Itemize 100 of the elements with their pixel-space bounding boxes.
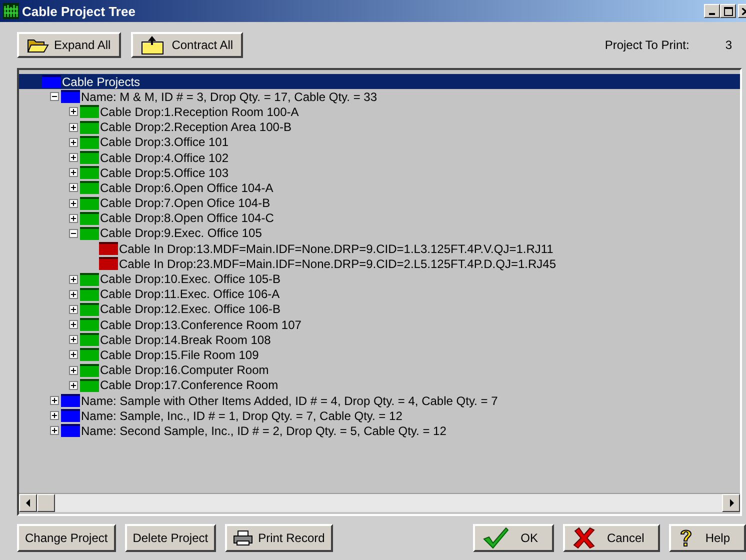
horizontal-scrollbar[interactable]: [19, 493, 740, 512]
tree-row[interactable]: Cable Drop:12.Exec. Office 106-B: [19, 302, 740, 317]
tree-item[interactable]: Cable Projects: [62, 74, 140, 89]
tree-row[interactable]: Cable Drop:4.Office 102: [19, 150, 740, 166]
node-icon: [80, 378, 99, 392]
tree-item[interactable]: Cable In Drop:13.MDF=Main.IDF=None.DRP=9.CID=1.L3.125FT.4P.V.QJ=1.RJ11: [119, 242, 554, 256]
expander-box[interactable]: [69, 138, 78, 147]
tree-row[interactable]: Name: Sample with Other Items Added, ID # = 4, Drop Qty. = 4, Cable Qty. = 7: [19, 392, 740, 408]
tree-item[interactable]: Cable Drop:14.Break Room 108: [100, 332, 271, 347]
tree-row[interactable]: Cable Drop:10.Exec. Office 105-B: [19, 271, 740, 287]
tree-row[interactable]: Cable Drop:8.Open Office 104-C: [19, 210, 740, 226]
dialog-button[interactable]: OK: [472, 524, 554, 552]
node-icon: [80, 272, 99, 286]
minimize-button[interactable]: [704, 4, 720, 18]
node-icon: [61, 394, 80, 408]
tree-row[interactable]: Cable In Drop:13.MDF=Main.IDF=None.DRP=9.CID=1.L3.125FT.4P.V.QJ=1.RJ11: [19, 241, 740, 256]
expander-box[interactable]: [69, 335, 78, 344]
expander-box[interactable]: [69, 304, 78, 314]
expander-box[interactable]: [69, 183, 78, 192]
scroll-left-button[interactable]: [19, 494, 37, 512]
scroll-thumb[interactable]: [37, 494, 55, 512]
tree-row[interactable]: Cable Drop:2.Reception Area 100-B: [19, 120, 740, 135]
tree-item[interactable]: Cable Drop:11.Exec. Office 106-A: [100, 287, 280, 302]
expander-box[interactable]: [69, 198, 78, 208]
expander-box[interactable]: [69, 107, 78, 116]
expander-box[interactable]: [69, 366, 78, 375]
tree-row[interactable]: Cable Drop:1.Reception Room 100-A: [19, 104, 740, 120]
tree-row[interactable]: Cable Drop:5.Office 103: [19, 165, 740, 180]
tree-row[interactable]: Cable In Drop:23.MDF=Main.IDF=None.DRP=9.CID=2.L5.125FT.4P.D.QJ=1.RJ45: [19, 256, 740, 272]
dialog-button[interactable]: Cancel: [562, 524, 660, 552]
tree-item[interactable]: Cable Drop:16.Computer Room: [100, 363, 269, 378]
tree-item[interactable]: Cable Drop:17.Conference Room: [100, 378, 278, 392]
tree-item[interactable]: Name: Sample, Inc., ID # = 1, Drop Qty. = 7, Cable Qty. = 12: [81, 408, 402, 423]
tree-item[interactable]: Name: Sample with Other Items Added, ID # = 4, Drop Qty. = 4, Cable Qty. = 7: [81, 394, 498, 408]
tree-row[interactable]: Cable Drop:14.Break Room 108: [19, 332, 740, 348]
scroll-right-button[interactable]: [722, 494, 740, 512]
tree-row[interactable]: Cable Drop:11.Exec. Office 106-A: [19, 286, 740, 302]
expander-box[interactable]: [69, 153, 78, 162]
expander-box[interactable]: [69, 320, 78, 330]
project-to-print-value: 3: [725, 38, 732, 52]
tree-row[interactable]: Cable Drop:13.Conference Room 107: [19, 317, 740, 332]
tree-item[interactable]: Cable In Drop:23.MDF=Main.IDF=None.DRP=9.CID=2.L5.125FT.4P.D.QJ=1.RJ45: [119, 256, 556, 271]
expander-box[interactable]: [69, 168, 78, 178]
tree-item[interactable]: Cable Drop:2.Reception Area 100-B: [100, 120, 292, 134]
check-icon: [482, 527, 509, 549]
tree-item[interactable]: Cable Drop:1.Reception Room 100-A: [100, 104, 299, 119]
tree-row[interactable]: Cable Projects: [19, 74, 740, 90]
tree-row[interactable]: Cable Drop:16.Computer Room: [19, 362, 740, 378]
node-icon: [61, 90, 80, 104]
x-icon: [572, 527, 595, 549]
tree-row[interactable]: Cable Drop:17.Conference Room: [19, 378, 740, 393]
dialog-button[interactable]: Help: [669, 524, 746, 552]
node-icon: [80, 364, 99, 377]
tree-item[interactable]: Cable Drop:8.Open Office 104-C: [100, 211, 274, 226]
node-icon: [99, 257, 118, 270]
tree-item[interactable]: Cable Drop:5.Office 103: [100, 166, 229, 180]
tree-row[interactable]: Cable Drop:9.Exec. Office 105: [19, 226, 740, 242]
tree-item[interactable]: Cable Drop:15.File Room 109: [100, 348, 259, 362]
node-icon: [80, 105, 99, 118]
expander-box[interactable]: [50, 426, 59, 436]
tree-row[interactable]: Name: Second Sample, Inc., ID # = 2, Drop Qty. = 5, Cable Qty. = 12: [19, 423, 740, 438]
tree-row[interactable]: Cable Drop:7.Open Ofice 104-B: [19, 196, 740, 211]
right-arrow-icon: [728, 499, 734, 507]
tree-item[interactable]: Name: Second Sample, Inc., ID # = 2, Drop Qty. = 5, Cable Qty. = 12: [81, 424, 446, 438]
tree-item[interactable]: Cable Drop:9.Exec. Office 105: [100, 226, 262, 240]
maximize-button[interactable]: [720, 4, 736, 18]
expander-box[interactable]: [50, 411, 59, 420]
tree-item[interactable]: Name: M & M, ID # = 3, Drop Qty. = 17, Cable Qty. = 33: [81, 90, 378, 104]
window-title: Cable Project Tree: [22, 4, 136, 18]
expander-box[interactable]: [69, 228, 78, 238]
tree-row[interactable]: Name: Sample, Inc., ID # = 1, Drop Qty. = 7, Cable Qty. = 12: [19, 408, 740, 424]
tree-item[interactable]: Cable Drop:13.Conference Room 107: [100, 318, 302, 332]
node-icon: [80, 181, 99, 194]
tree-row[interactable]: Cable Drop:3.Office 101: [19, 134, 740, 150]
tree-item[interactable]: Cable Drop:4.Office 102: [100, 150, 229, 165]
tree-item[interactable]: Cable Drop:7.Open Ofice 104-B: [100, 196, 270, 210]
node-icon: [61, 409, 80, 422]
open-folder-icon: [27, 37, 49, 53]
expander-box[interactable]: [69, 290, 78, 299]
toolbar-button[interactable]: Contract All: [130, 32, 244, 58]
tree-item[interactable]: Cable Drop:3.Office 101: [100, 135, 229, 150]
tree-row[interactable]: Cable Drop:6.Open Office 104-A: [19, 180, 740, 196]
expander-box[interactable]: [69, 380, 78, 390]
toolbar-button[interactable]: Expand All: [17, 32, 121, 58]
expander-box[interactable]: [69, 214, 78, 223]
action-button[interactable]: Delete Project: [124, 524, 216, 552]
expander-box[interactable]: [69, 274, 78, 284]
action-button[interactable]: Change Project: [17, 524, 116, 552]
action-button[interactable]: Print Record: [225, 524, 333, 552]
expander-box[interactable]: [50, 396, 59, 406]
tree-item[interactable]: Cable Drop:6.Open Office 104-A: [100, 180, 274, 195]
expander-box[interactable]: [69, 350, 78, 360]
tree-item[interactable]: Cable Drop:10.Exec. Office 105-B: [100, 272, 281, 286]
tree-row[interactable]: Cable Drop:15.File Room 109: [19, 347, 740, 363]
tree-item[interactable]: Cable Drop:12.Exec. Office 106-B: [100, 302, 281, 316]
tree-row[interactable]: Name: M & M, ID # = 3, Drop Qty. = 17, Cable Qty. = 33: [19, 89, 740, 104]
expander-box[interactable]: [69, 122, 78, 132]
minimize-icon: [709, 13, 715, 15]
node-icon: [80, 302, 99, 316]
expander-box[interactable]: [50, 92, 59, 102]
